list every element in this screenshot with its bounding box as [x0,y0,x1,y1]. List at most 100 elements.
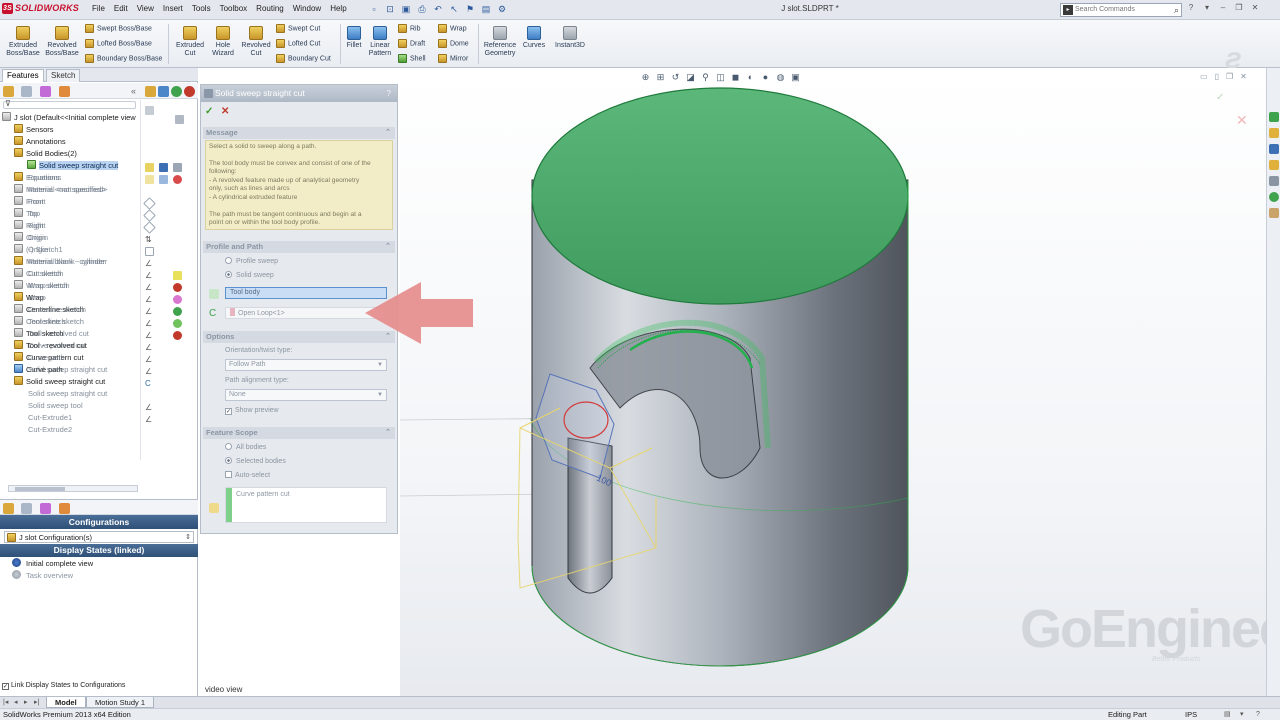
viewport-restore-icon[interactable]: ❐ [1226,72,1233,81]
profile-sweep-radio[interactable]: Profile sweep [225,257,278,265]
view-palette-icon[interactable] [1269,160,1279,170]
dimxpert-icon[interactable] [40,503,51,514]
options-icon[interactable]: ⚙ [496,3,508,15]
show-preview-checkbox[interactable]: ✓ Show preview [225,407,279,415]
feature-manager-icon[interactable] [3,503,14,514]
dimxpert-icon[interactable] [40,86,51,97]
rebuild-icon[interactable]: ⚑ [464,3,476,15]
cylinder-top-face[interactable] [531,87,909,305]
cancel-confirm-corner-icon[interactable]: ✕ [1236,112,1248,129]
solidworks-logo[interactable]: 3S SOLIDWORKS [2,3,82,17]
help-status-icon[interactable]: ? [1256,709,1260,720]
file-properties-icon[interactable]: ▤ [480,3,492,15]
lofted-cut-button[interactable]: Lofted Cut [276,39,320,49]
view-settings-icon[interactable]: ▣ [790,72,801,83]
first-tab-icon[interactable]: |◂ [3,698,8,706]
forum-icon[interactable] [1269,208,1279,218]
feature-manager-icon[interactable] [3,86,14,97]
solid-sweep-radio[interactable]: Solid sweep [225,271,274,279]
section-view-icon[interactable]: ◪ [685,72,696,83]
draft-button[interactable]: Draft [398,39,425,49]
previous-view-icon[interactable]: ↺ [670,72,681,83]
save-icon[interactable]: ▣ [400,3,412,15]
tab-motion-study[interactable]: Motion Study 1 [86,697,155,708]
ok-confirm-corner-icon[interactable]: ✓ [1216,92,1224,103]
status-dropdown-icon[interactable]: ▾ [1240,709,1244,720]
swept-cut-button[interactable]: Swept Cut [276,24,320,34]
cancel-button[interactable]: ✕ [221,106,229,117]
collapse-panel-icon[interactable]: « [131,86,142,97]
lofted-boss-button[interactable]: Lofted Boss/Base [85,39,152,49]
next-tab-icon[interactable]: ▸ [24,698,28,706]
search-commands-input[interactable]: ▸ Search Commands ⌕ [1060,3,1182,17]
wrap-button[interactable]: Wrap [438,24,467,34]
menu-help[interactable]: Help [330,4,346,18]
search-scope-icon[interactable]: ▸ [1063,5,1073,15]
search-icon[interactable]: ⌕ [1174,4,1179,16]
tree-item[interactable]: Solid Bodies(2) [14,148,77,160]
hide-show-icon[interactable]: ◐ [745,72,756,83]
collapse-icon[interactable]: ⌃ [385,127,391,139]
apply-scene-icon[interactable]: ◍ [775,72,786,83]
scope-bodies-list[interactable]: Curve pattern cut [225,487,387,523]
help-dropdown-icon[interactable]: ▾ [1202,3,1212,12]
viewport-close-icon[interactable]: ✕ [1240,72,1247,81]
tree-item-selected[interactable]: Solid sweep straight cut [27,160,119,172]
mirror-button[interactable]: Mirror [438,54,468,64]
edit-appearance-icon[interactable]: ● [760,72,771,83]
orientation-select[interactable]: Follow Path ▼ [225,359,387,371]
boundary-boss-button[interactable]: Boundary Boss/Base [85,54,162,64]
print-icon[interactable]: ⎙ [416,3,428,15]
prev-tab-icon[interactable]: ◂ [14,698,18,706]
display-state-item[interactable]: Initial complete view [12,558,93,570]
help-icon[interactable]: ? [1186,3,1196,12]
tool-body-field[interactable]: Tool body [225,287,387,299]
menu-insert[interactable]: Insert [163,4,183,18]
undo-icon[interactable]: ↶ [432,3,444,15]
revolved-cut-button[interactable]: Revolved Cut [238,26,274,58]
units-selector[interactable]: IPS [1185,709,1197,720]
menu-routing[interactable]: Routing [256,4,284,18]
tab-sketch[interactable]: Sketch [46,69,81,82]
file-explorer-icon[interactable] [1269,144,1279,154]
restore-icon[interactable]: ❐ [1234,3,1244,12]
menu-view[interactable]: View [137,4,154,18]
last-tab-icon[interactable]: ▸| [34,698,39,706]
linear-pattern-button[interactable]: Linear Pattern [366,26,394,58]
tab-model[interactable]: Model [46,697,86,708]
appearances-icon[interactable] [1269,176,1279,186]
viewport-tile-icon[interactable]: ▯ [1215,72,1219,81]
path-field[interactable]: Open Loop<1> [225,307,387,319]
collapse-icon[interactable]: ⌃ [385,241,391,253]
display-manager-icon[interactable] [59,86,70,97]
new-document-icon[interactable]: ▫ [368,3,380,15]
all-bodies-radio[interactable]: All bodies [225,443,266,451]
scrollbar-thumb[interactable] [15,487,65,491]
tree-item[interactable]: Solid sweep straight cut [14,376,105,388]
menu-edit[interactable]: Edit [114,4,128,18]
section-feature-scope-header[interactable]: Feature Scope ⌃ [203,427,395,439]
display-manager-icon[interactable] [59,503,70,514]
rebuild-status-icon[interactable]: ▤ [1224,709,1231,720]
tree-item[interactable]: Sensors [14,124,54,136]
section-message-header[interactable]: Message ⌃ [203,127,395,139]
dynamic-annotation-icon[interactable]: ⚲ [700,72,711,83]
menu-window[interactable]: Window [293,4,321,18]
tab-features[interactable]: Features [2,69,44,82]
zoom-to-fit-icon[interactable]: ⊕ [640,72,651,83]
section-profile-path-header[interactable]: Profile and Path ⌃ [203,241,395,253]
collapse-icon[interactable]: ⌃ [385,427,391,439]
dome-button[interactable]: Dome [438,39,469,49]
property-manager-icon[interactable] [21,86,32,97]
menu-toolbox[interactable]: Toolbox [220,4,248,18]
tree-root[interactable]: J slot (Default<<Initial complete view [2,112,136,124]
auto-select-checkbox[interactable]: Auto-select [225,471,270,479]
fillet-button[interactable]: Fillet [343,26,365,50]
solidworks-resources-icon[interactable] [1269,112,1279,122]
menu-tools[interactable]: Tools [192,4,211,18]
shell-button[interactable]: Shell [398,54,426,64]
selected-bodies-radio[interactable]: Selected bodies [225,457,286,465]
close-icon[interactable]: ✕ [1250,3,1260,12]
zoom-to-area-icon[interactable]: ⊞ [655,72,666,83]
ok-button[interactable]: ✓ [205,106,213,117]
